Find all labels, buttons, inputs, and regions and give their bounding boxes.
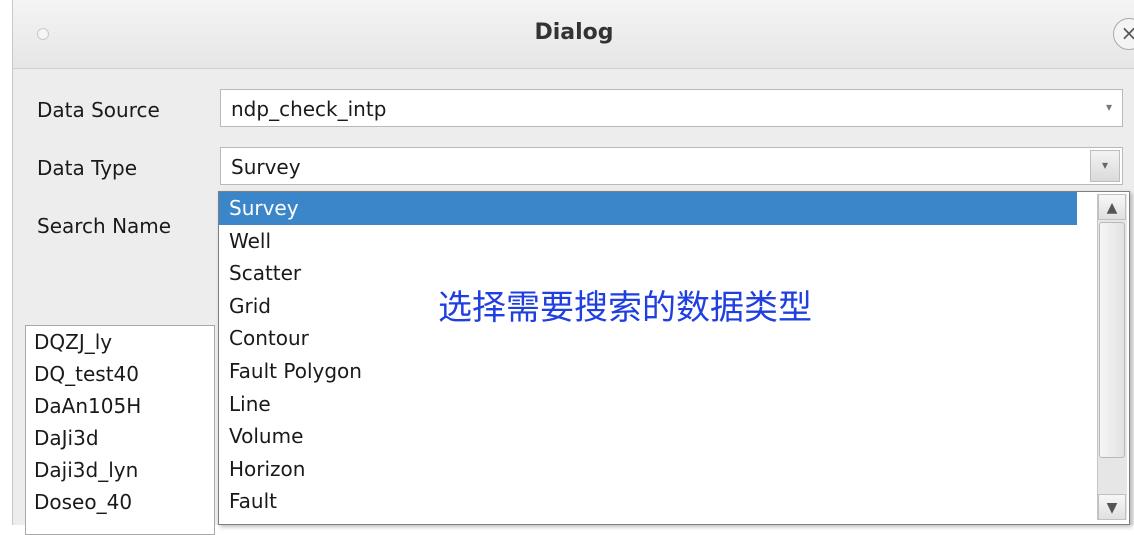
scroll-down-arrow-icon[interactable]: ▼ (1098, 494, 1126, 520)
dropdown-option-fault[interactable]: Fault (219, 485, 1077, 518)
data-source-value: ndp_check_intp (231, 97, 387, 121)
dropdown-option-well[interactable]: Well (219, 225, 1077, 258)
list-item[interactable]: Doseo_40 (26, 486, 214, 518)
dropdown-option-line[interactable]: Line (219, 388, 1077, 421)
list-item[interactable]: DQZJ_ly (26, 326, 214, 358)
close-button[interactable]: × (1113, 18, 1134, 50)
chevron-down-icon: ▾ (1105, 100, 1112, 114)
dropdown-arrow-button[interactable]: ▾ (1090, 150, 1120, 182)
data-type-label: Data Type (37, 156, 138, 180)
title-bar: Dialog × (13, 0, 1134, 69)
data-source-label: Data Source (37, 98, 160, 122)
dropdown-option-fault-polygon[interactable]: Fault Polygon (219, 355, 1077, 388)
list-item[interactable]: DaAn105H (26, 390, 214, 422)
dropdown-option-volume[interactable]: Volume (219, 420, 1077, 453)
data-source-combo[interactable]: ndp_check_intp ▾ (220, 89, 1123, 127)
data-type-value: Survey (231, 155, 301, 179)
dropdown-option-survey[interactable]: Survey (219, 192, 1077, 225)
data-type-dropdown-list[interactable]: Survey Well Scatter Grid Contour Fault P… (218, 191, 1130, 525)
list-item[interactable]: DaJi3d (26, 422, 214, 454)
list-item[interactable]: Daji3d_lyn (26, 454, 214, 486)
scrollbar-thumb[interactable] (1099, 222, 1125, 458)
results-listbox[interactable]: DQZJ_ly DQ_test40 DaAn105H DaJi3d Daji3d… (25, 325, 215, 535)
dropdown-scrollbar[interactable]: ▲ ▼ (1097, 194, 1127, 520)
annotation-text: 选择需要搜索的数据类型 (438, 288, 812, 328)
dropdown-option-horizon[interactable]: Horizon (219, 453, 1077, 486)
data-type-combo[interactable]: Survey ▾ (220, 147, 1123, 185)
window-title: Dialog (534, 20, 614, 45)
list-item[interactable]: DQ_test40 (26, 358, 214, 390)
scroll-up-arrow-icon[interactable]: ▲ (1098, 194, 1126, 220)
search-name-label: Search Name (37, 214, 172, 238)
